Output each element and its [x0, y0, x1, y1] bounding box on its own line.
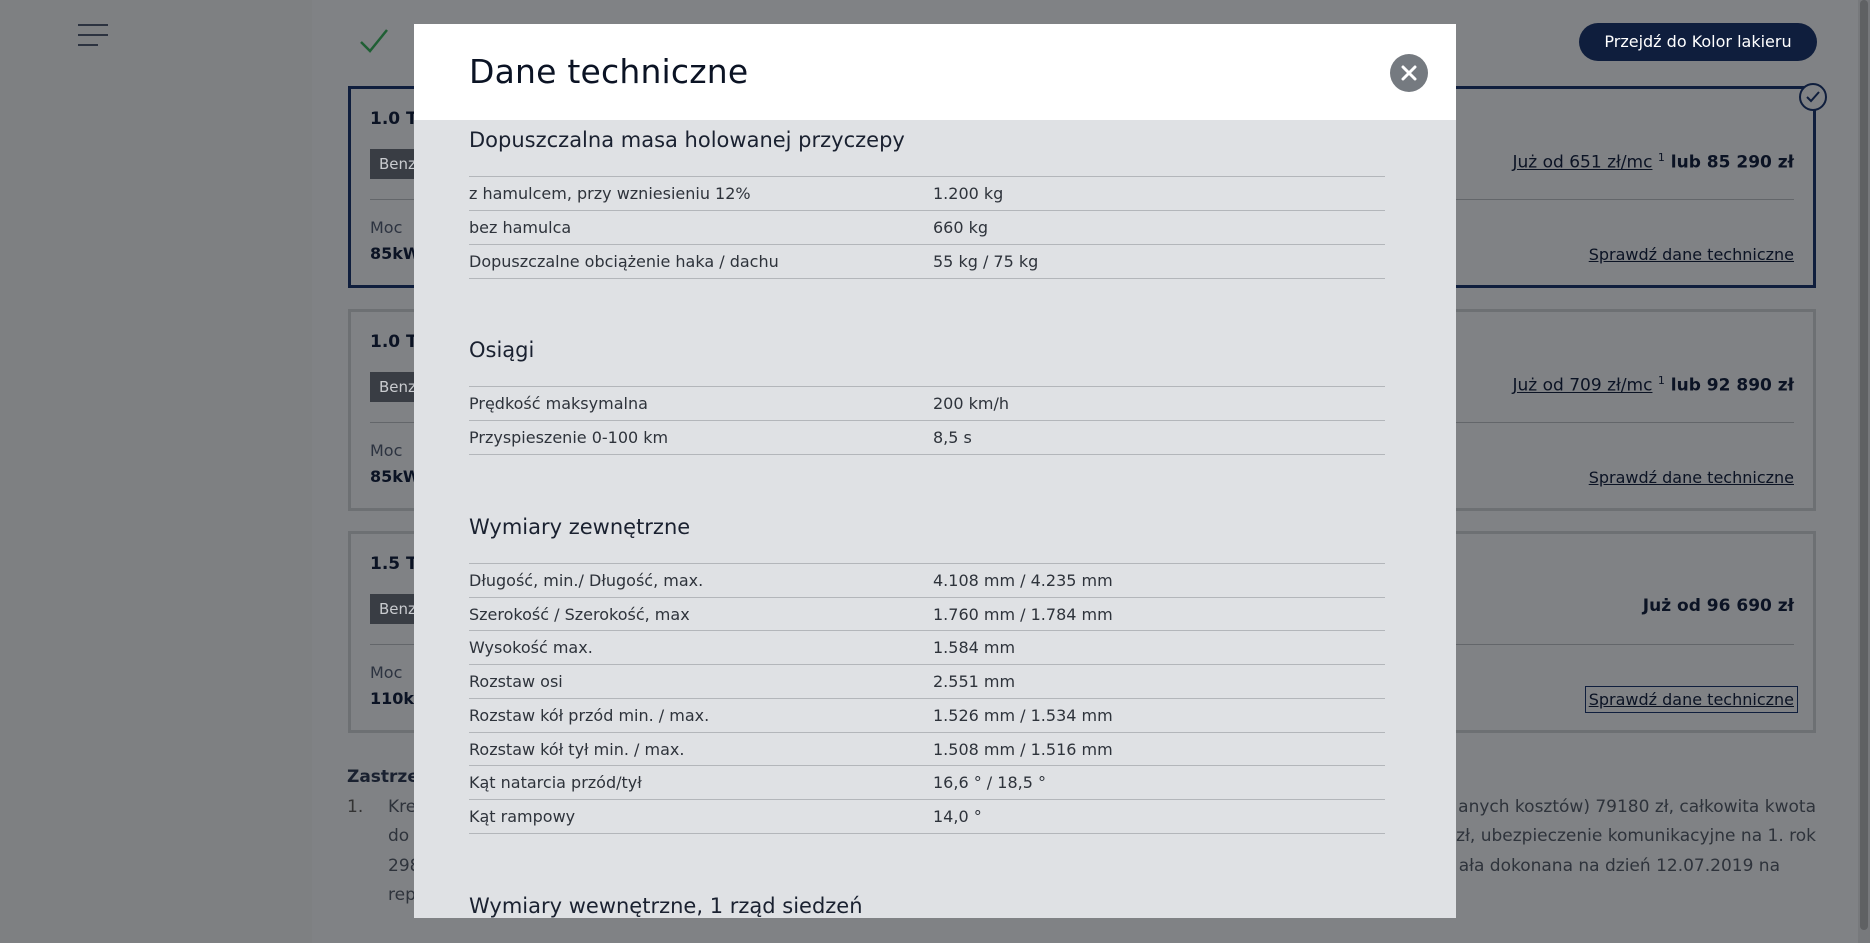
- selected-check-icon: [1799, 83, 1827, 111]
- tech-data-modal: Dane techniczne Dopuszczalna masa holowa…: [414, 24, 1456, 918]
- spec-row: Kąt rampowy 14,0 °: [469, 799, 1385, 834]
- spec-row: Prędkość maksymalna 200 km/h: [469, 386, 1385, 420]
- spec-row: Długość, min./ Długość, max. 4.108 mm / …: [469, 563, 1385, 597]
- price: Już od 709 zł/mc 1 lub 92 890 zł: [1513, 374, 1794, 396]
- modal-title: Dane techniczne: [469, 52, 749, 91]
- spec-label: Prędkość maksymalna: [469, 394, 648, 413]
- scrollbar-thumb[interactable]: [1860, 0, 1868, 930]
- spec-value: 1.526 mm / 1.534 mm: [933, 706, 1113, 725]
- spec-label: z hamulcem, przy wzniesieniu 12%: [469, 184, 751, 203]
- spec-value: 16,6 ° / 18,5 °: [933, 773, 1046, 792]
- spec-value: 660 kg: [933, 218, 989, 237]
- spec-value: 4.108 mm / 4.235 mm: [933, 571, 1113, 590]
- menu-icon[interactable]: [78, 24, 108, 46]
- power-value: 85kW: [370, 244, 421, 263]
- check-tech-data-link[interactable]: Sprawdź dane techniczne: [1584, 686, 1799, 713]
- disclaimer-text: do: [388, 826, 410, 846]
- spec-row: Przyspieszenie 0-100 km 8,5 s: [469, 420, 1385, 455]
- spec-label: Dopuszczalne obciążenie haka / dachu: [469, 252, 779, 271]
- spec-value: 14,0 °: [933, 807, 982, 826]
- modal-header: Dane techniczne: [414, 24, 1456, 120]
- section-title: Dopuszczalna masa holowanej przyczepy: [469, 128, 905, 152]
- check-tech-data-link[interactable]: Sprawdź dane techniczne: [1589, 468, 1794, 487]
- spec-label: Przyspieszenie 0-100 km: [469, 428, 669, 447]
- spec-value: 1.760 mm / 1.784 mm: [933, 605, 1113, 624]
- fuel-badge: Benz: [370, 594, 420, 624]
- spec-label: Rozstaw osi: [469, 672, 563, 691]
- spec-row: bez hamulca 660 kg: [469, 210, 1385, 244]
- price: Już od 651 zł/mc 1 lub 85 290 zł: [1513, 151, 1794, 173]
- engine-title: 1.5 T: [370, 554, 418, 574]
- footnote-mark: 1: [1657, 151, 1665, 164]
- spec-label: bez hamulca: [469, 218, 572, 237]
- spec-row: Rozstaw kół przód min. / max. 1.526 mm /…: [469, 698, 1385, 732]
- disclaimer-text: anych kosztów) 79180 zł, całkowita kwota: [1458, 797, 1816, 817]
- page-scrollbar[interactable]: [1858, 0, 1870, 943]
- section-title: Wymiary zewnętrzne: [469, 515, 691, 539]
- engine-title: 1.0 T: [370, 332, 418, 352]
- spec-value: 1.584 mm: [933, 638, 1016, 657]
- spec-value: 200 km/h: [933, 394, 1010, 413]
- spec-value: 8,5 s: [933, 428, 972, 447]
- price-value: lub 85 290 zł: [1664, 152, 1794, 173]
- power-label: Moc: [370, 441, 403, 460]
- spec-row: Rozstaw kół tył min. / max. 1.508 mm / 1…: [469, 732, 1385, 766]
- spec-row: Rozstaw osi 2.551 mm: [469, 664, 1385, 698]
- spec-value: 1.200 kg: [933, 184, 1004, 203]
- checkmark-icon: [360, 29, 388, 53]
- spec-row: Dopuszczalne obciążenie haka / dachu 55 …: [469, 244, 1385, 279]
- disclaimer-number: 1.: [347, 797, 364, 817]
- spec-label: Długość, min./ Długość, max.: [469, 571, 704, 590]
- footnote-mark: 1: [1657, 374, 1665, 387]
- section-title: Wymiary wewnętrzne, 1 rząd siedzeń: [469, 894, 863, 918]
- spec-row: Szerokość / Szerokość, max 1.760 mm / 1.…: [469, 597, 1385, 631]
- disclaimer-text: zł, ubezpieczenie komunikacyjne na 1. ro…: [1456, 826, 1816, 846]
- spec-label: Kąt rampowy: [469, 807, 576, 826]
- power-label: Moc: [370, 218, 403, 237]
- spec-label: Rozstaw kół przód min. / max.: [469, 706, 710, 725]
- spec-value: 2.551 mm: [933, 672, 1016, 691]
- price: Już od 96 690 zł: [1643, 596, 1794, 616]
- spec-value: 55 kg / 75 kg: [933, 252, 1039, 271]
- installment-link[interactable]: Już od 709 zł/mc: [1513, 376, 1653, 396]
- fuel-badge: Benz: [370, 149, 420, 179]
- spec-label: Wysokość max.: [469, 638, 593, 657]
- goto-paint-color-button[interactable]: Przejdź do Kolor lakieru: [1579, 23, 1817, 61]
- disclaimer-text: Kre: [388, 797, 417, 817]
- spec-value: 1.508 mm / 1.516 mm: [933, 740, 1113, 759]
- close-button[interactable]: [1390, 54, 1428, 92]
- close-icon: [1401, 65, 1417, 81]
- installment-link[interactable]: Już od 651 zł/mc: [1513, 153, 1653, 173]
- power-value: 85kW: [370, 467, 421, 486]
- spec-label: Kąt natarcia przód/tył: [469, 773, 642, 792]
- spec-row: z hamulcem, przy wzniesieniu 12% 1.200 k…: [469, 176, 1385, 210]
- fuel-badge: Benz: [370, 372, 420, 402]
- section-title: Osiągi: [469, 338, 535, 362]
- price-value: lub 92 890 zł: [1664, 375, 1794, 396]
- left-sidebar: [0, 0, 312, 943]
- engine-title: 1.0 T: [370, 109, 418, 129]
- disclaimer-text: rep: [388, 885, 416, 905]
- spec-row: Wysokość max. 1.584 mm: [469, 630, 1385, 664]
- price-value: Już od 96 690 zł: [1642, 596, 1794, 616]
- power-label: Moc: [370, 663, 403, 682]
- spec-row: Kąt natarcia przód/tył 16,6 ° / 18,5 °: [469, 765, 1385, 799]
- check-tech-data-link[interactable]: Sprawdź dane techniczne: [1589, 245, 1794, 264]
- disclaimer-text: ała dokonana na dzień 12.07.2019 na: [1458, 856, 1780, 876]
- spec-label: Szerokość / Szerokość, max: [469, 605, 690, 624]
- spec-label: Rozstaw kół tył min. / max.: [469, 740, 685, 759]
